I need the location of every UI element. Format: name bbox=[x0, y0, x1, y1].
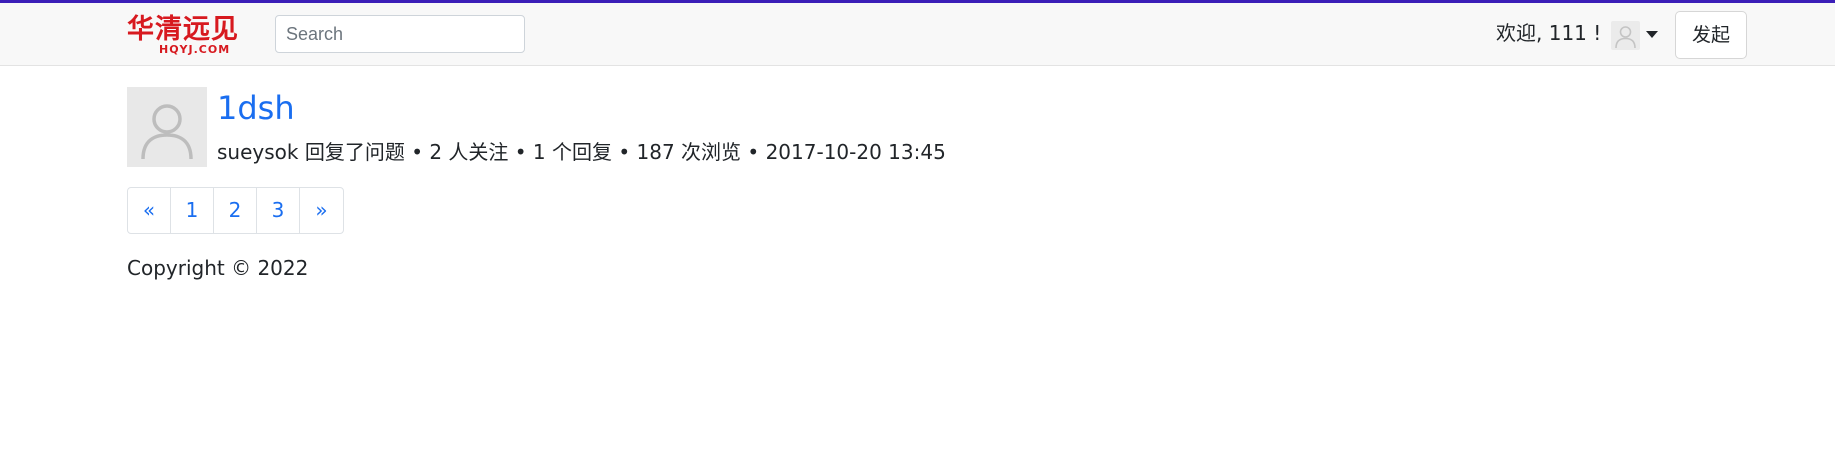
launch-button[interactable]: 发起 bbox=[1675, 11, 1747, 59]
question-meta: sueysok 回复了问题 • 2 人关注 • 1 个回复 • 187 次浏览 … bbox=[217, 140, 946, 164]
pagination-prev[interactable]: « bbox=[128, 188, 171, 233]
search-input[interactable] bbox=[275, 15, 525, 53]
logo-subtext: HQYJ.COM bbox=[159, 43, 231, 56]
pagination-page-2[interactable]: 2 bbox=[214, 188, 257, 233]
question-title-link[interactable]: 1dsh bbox=[217, 88, 295, 128]
logo[interactable]: 华清远见 HQYJ.COM bbox=[127, 15, 245, 57]
copyright-text: Copyright © 2022 bbox=[127, 256, 309, 280]
question-avatar-icon[interactable] bbox=[127, 87, 207, 167]
pagination-page-3[interactable]: 3 bbox=[257, 188, 300, 233]
caret-down-icon[interactable] bbox=[1646, 31, 1658, 38]
pagination-page-1[interactable]: 1 bbox=[171, 188, 214, 233]
logo-text: 华清远见 bbox=[127, 14, 239, 45]
pagination: « 1 2 3 » bbox=[127, 187, 344, 234]
user-avatar-icon[interactable] bbox=[1611, 21, 1640, 50]
navbar: 华清远见 HQYJ.COM 欢迎, 111 ! 发起 bbox=[0, 3, 1835, 66]
pagination-next[interactable]: » bbox=[300, 188, 343, 233]
welcome-text: 欢迎, 111 ! bbox=[1496, 21, 1602, 45]
